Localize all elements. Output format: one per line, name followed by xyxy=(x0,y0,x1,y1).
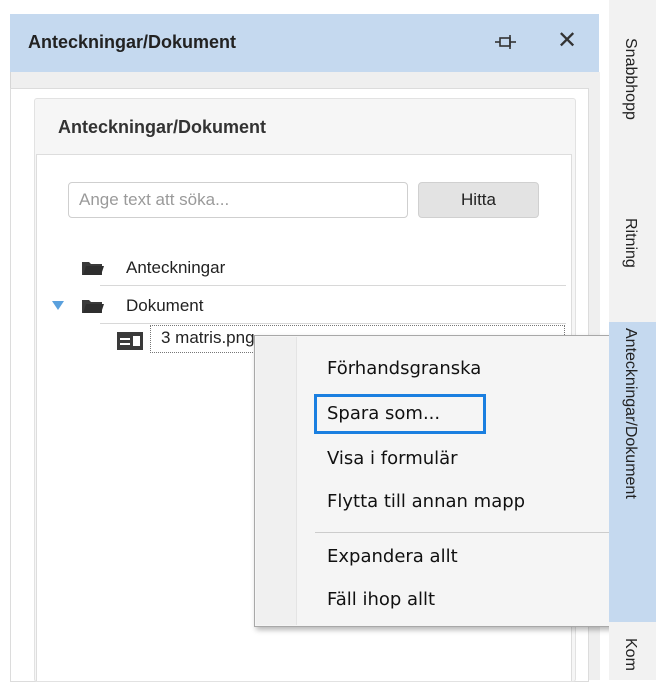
find-button[interactable]: Hitta xyxy=(418,182,539,218)
tree-folder-dokument[interactable]: Dokument xyxy=(52,292,566,322)
panel-header: Anteckningar/Dokument ✕ xyxy=(10,14,599,72)
menu-item-show-in-form[interactable]: Visa i formulär xyxy=(327,448,458,469)
folder-icon xyxy=(82,262,104,275)
menu-gutter xyxy=(256,337,297,625)
tree-row-divider xyxy=(100,285,566,286)
menu-item-expand-all[interactable]: Expandera allt xyxy=(327,546,458,567)
side-tab-notes-documents[interactable]: Anteckningar/Dokument xyxy=(609,322,656,622)
tree-folder-label: Anteckningar xyxy=(126,258,226,277)
side-tab-label: Anteckningar/Dokument xyxy=(622,328,639,499)
tree-file-label: 3 matris.png xyxy=(161,328,255,347)
menu-item-move-to-folder[interactable]: Flytta till annan mapp xyxy=(327,491,525,512)
side-tab-drawing[interactable]: Ritning xyxy=(609,212,656,312)
card-title: Anteckningar/Dokument xyxy=(58,117,267,137)
side-tab-label: Kom xyxy=(622,638,639,671)
pin-icon[interactable] xyxy=(495,32,517,52)
folder-icon xyxy=(82,300,104,313)
context-menu: Förhandsgranska Spara som... Visa i form… xyxy=(254,335,634,627)
expand-arrow-icon[interactable] xyxy=(52,301,64,311)
menu-separator xyxy=(315,532,623,533)
menu-item-preview[interactable]: Förhandsgranska xyxy=(327,358,481,379)
side-tab-other[interactable]: Kom xyxy=(609,632,656,680)
tree-row-divider xyxy=(100,323,566,324)
close-icon[interactable]: ✕ xyxy=(557,27,577,55)
tree-folder-label: Dokument xyxy=(126,296,204,315)
side-tab-label: Ritning xyxy=(622,218,639,268)
panel-title: Anteckningar/Dokument xyxy=(28,32,237,52)
side-tab-quick-jump[interactable]: Snabbhopp xyxy=(609,32,656,172)
highlight-box xyxy=(314,394,486,434)
image-file-icon xyxy=(117,332,143,350)
search-input[interactable] xyxy=(68,182,408,218)
menu-item-collapse-all[interactable]: Fäll ihop allt xyxy=(327,589,435,610)
side-tab-label: Snabbhopp xyxy=(622,38,639,120)
tree-folder-anteckningar[interactable]: Anteckningar xyxy=(82,254,566,284)
